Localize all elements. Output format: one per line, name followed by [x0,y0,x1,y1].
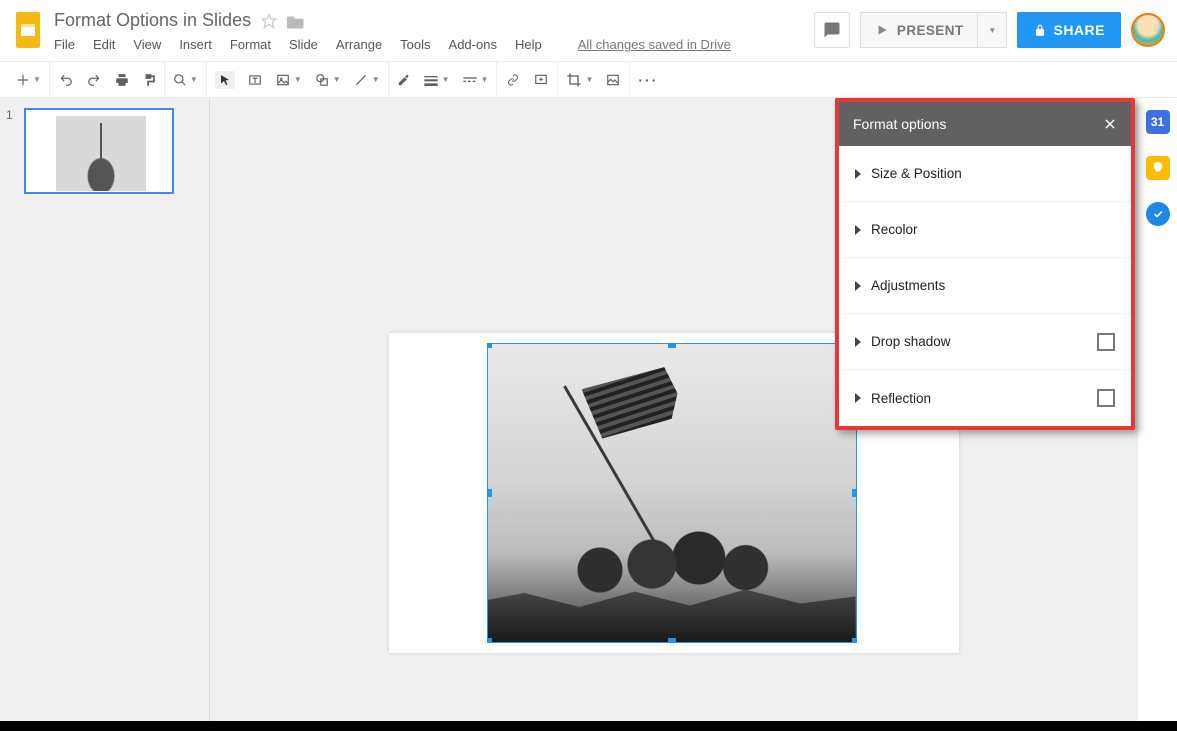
border-color-button[interactable] [397,72,411,88]
shape-tool[interactable]: ▼ [314,73,341,87]
panel-item-adjustments[interactable]: Adjustments [839,258,1131,314]
handle-sw[interactable] [487,638,492,643]
menu-tools[interactable]: Tools [400,37,430,52]
panel-label: Adjustments [871,278,945,293]
image-tool[interactable]: ▼ [275,73,302,87]
present-button-group: PRESENT ▼ [860,12,1008,48]
menu-arrange[interactable]: Arrange [336,37,382,52]
more-button[interactable]: ··· [638,72,658,88]
handle-w[interactable] [487,489,492,497]
menu-file[interactable]: File [54,37,75,52]
menu-addons[interactable]: Add-ons [449,37,497,52]
slide-number: 1 [6,108,18,194]
panel-item-size-position[interactable]: Size & Position [839,146,1131,202]
undo-button[interactable] [58,73,74,87]
comments-button[interactable] [814,12,850,48]
slide-thumb-1[interactable]: 1 [6,108,203,194]
app-root: Format Options in Slides File Edit View … [0,0,1177,721]
expand-icon [855,393,861,403]
app-logo-icon[interactable] [8,6,48,54]
new-slide-button[interactable]: ▼ [16,73,41,87]
expand-icon [855,281,861,291]
redo-button[interactable] [86,73,102,87]
print-button[interactable] [114,73,130,87]
drop-shadow-checkbox[interactable] [1097,333,1115,351]
doc-title-row: Format Options in Slides [54,10,731,31]
header: Format Options in Slides File Edit View … [0,0,1177,62]
border-dash-button[interactable]: ▼ [462,75,489,85]
folder-icon[interactable] [287,13,305,29]
filmstrip: 1 [0,98,210,721]
format-options-panel: Format options Size & Position Recolor A… [835,98,1135,430]
account-avatar[interactable] [1131,13,1165,47]
handle-e[interactable] [852,489,857,497]
save-status[interactable]: All changes saved in Drive [578,37,731,52]
menu-edit[interactable]: Edit [93,37,115,52]
paint-format-button[interactable] [142,72,156,88]
panel-item-reflection[interactable]: Reflection [839,370,1131,426]
menu-help[interactable]: Help [515,37,542,52]
handle-se[interactable] [852,638,857,643]
header-right: PRESENT ▼ SHARE [814,6,1165,48]
expand-icon [855,225,861,235]
share-button[interactable]: SHARE [1017,12,1121,48]
line-tool[interactable]: ▼ [353,73,380,87]
panel-label: Drop shadow [871,334,951,349]
close-icon[interactable] [1103,117,1117,131]
toolbar: ▼ ▼ [0,62,1177,98]
reflection-checkbox[interactable] [1097,389,1115,407]
menubar: File Edit View Insert Format Slide Arran… [54,37,731,52]
panel-header: Format options [839,102,1131,146]
right-rail: 31 [1137,98,1177,721]
thumbnail-preview-icon [56,116,146,191]
tasks-icon[interactable] [1146,202,1170,226]
select-tool[interactable] [215,71,235,89]
reset-image-button[interactable] [605,73,621,87]
calendar-icon[interactable]: 31 [1146,110,1170,134]
menu-insert[interactable]: Insert [179,37,212,52]
doc-title[interactable]: Format Options in Slides [54,10,251,31]
keep-icon[interactable] [1146,156,1170,180]
handle-nw[interactable] [487,343,492,348]
menu-slide[interactable]: Slide [289,37,318,52]
panel-label: Reflection [871,391,931,406]
menu-format[interactable]: Format [230,37,271,52]
textbox-tool[interactable] [247,73,263,87]
share-label: SHARE [1053,22,1105,38]
selected-image[interactable] [487,343,857,643]
flag-shape [581,361,684,442]
handle-s[interactable] [668,638,676,643]
expand-icon [855,337,861,347]
handle-n[interactable] [668,343,676,348]
menu-view[interactable]: View [133,37,161,52]
panel-label: Size & Position [871,166,962,181]
star-icon[interactable] [261,13,277,29]
present-label: PRESENT [897,23,964,38]
slide-thumbnail [24,108,174,194]
add-comment-button[interactable] [533,73,549,87]
panel-item-drop-shadow[interactable]: Drop shadow [839,314,1131,370]
panel-item-recolor[interactable]: Recolor [839,202,1131,258]
present-dropdown[interactable]: ▼ [978,12,1007,48]
present-button[interactable]: PRESENT [860,12,979,48]
border-weight-button[interactable]: ▼ [423,74,450,86]
panel-label: Recolor [871,222,918,237]
expand-icon [855,169,861,179]
zoom-button[interactable]: ▼ [173,73,198,87]
crop-button[interactable]: ▼ [566,72,593,88]
panel-title: Format options [853,116,946,132]
link-button[interactable] [505,74,521,86]
calendar-date: 31 [1151,115,1164,129]
title-area: Format Options in Slides File Edit View … [54,6,731,52]
